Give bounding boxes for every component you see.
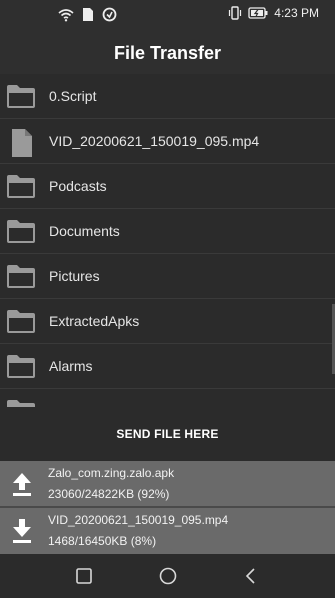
folder-icon bbox=[7, 355, 35, 378]
battery-charging-icon bbox=[248, 7, 268, 19]
transfer-progress: 23060/24822KB (92%) bbox=[48, 487, 170, 501]
send-file-area[interactable]: SEND FILE HERE bbox=[0, 407, 335, 461]
file-name: Alarms bbox=[49, 358, 93, 374]
back-icon[interactable] bbox=[241, 566, 261, 586]
list-item-podcasts[interactable]: Podcasts bbox=[0, 164, 335, 209]
list-item-partial[interactable] bbox=[0, 389, 335, 407]
file-list[interactable]: 0.Script VID_20200621_150019_095.mp4 Pod… bbox=[0, 74, 335, 407]
recents-icon[interactable] bbox=[74, 566, 94, 586]
app-header: File Transfer bbox=[0, 30, 335, 74]
list-item-alarms[interactable]: Alarms bbox=[0, 344, 335, 389]
sync-icon bbox=[102, 7, 117, 22]
download-icon bbox=[13, 519, 31, 543]
list-item-documents[interactable]: Documents bbox=[0, 209, 335, 254]
send-file-label: SEND FILE HERE bbox=[116, 427, 219, 441]
vibrate-icon bbox=[229, 6, 242, 20]
folder-icon bbox=[7, 220, 35, 243]
list-item-pictures[interactable]: Pictures bbox=[0, 254, 335, 299]
folder-icon bbox=[7, 265, 35, 288]
file-name: 0.Script bbox=[49, 88, 97, 104]
transfer-item-download[interactable]: VID_20200621_150019_095.mp4 1468/16450KB… bbox=[0, 508, 335, 554]
status-left-icons bbox=[58, 7, 117, 22]
list-item-0-script[interactable]: 0.Script bbox=[0, 74, 335, 119]
file-name: VID_20200621_150019_095.mp4 bbox=[49, 133, 260, 149]
file-name: Documents bbox=[49, 223, 120, 239]
list-item-video-file[interactable]: VID_20200621_150019_095.mp4 bbox=[0, 119, 335, 164]
file-name: ExtractedApks bbox=[49, 313, 140, 329]
system-nav-bar bbox=[0, 555, 335, 598]
transfer-file-name: Zalo_com.zing.zalo.apk bbox=[48, 466, 175, 480]
wifi-icon bbox=[58, 8, 74, 21]
folder-icon bbox=[7, 310, 35, 333]
status-time: 4:23 PM bbox=[274, 6, 319, 20]
transfer-progress: 1468/16450KB (8%) bbox=[48, 534, 157, 548]
list-item-extractedapks[interactable]: ExtractedApks bbox=[0, 299, 335, 344]
folder-icon bbox=[7, 85, 35, 108]
file-icon bbox=[83, 8, 93, 21]
status-bar: 4:23 PM bbox=[0, 0, 335, 30]
file-name: Pictures bbox=[49, 268, 100, 284]
upload-icon bbox=[13, 473, 31, 496]
page-title: File Transfer bbox=[113, 43, 222, 63]
transfer-file-name: VID_20200621_150019_095.mp4 bbox=[48, 513, 229, 527]
file-name: Podcasts bbox=[49, 178, 107, 194]
folder-icon bbox=[7, 400, 35, 407]
status-right-icons: 4:23 PM bbox=[228, 6, 319, 20]
transfer-item-upload[interactable]: Zalo_com.zing.zalo.apk 23060/24822KB (92… bbox=[0, 461, 335, 507]
document-icon bbox=[12, 129, 32, 157]
home-icon[interactable] bbox=[158, 566, 178, 586]
folder-icon bbox=[7, 175, 35, 198]
